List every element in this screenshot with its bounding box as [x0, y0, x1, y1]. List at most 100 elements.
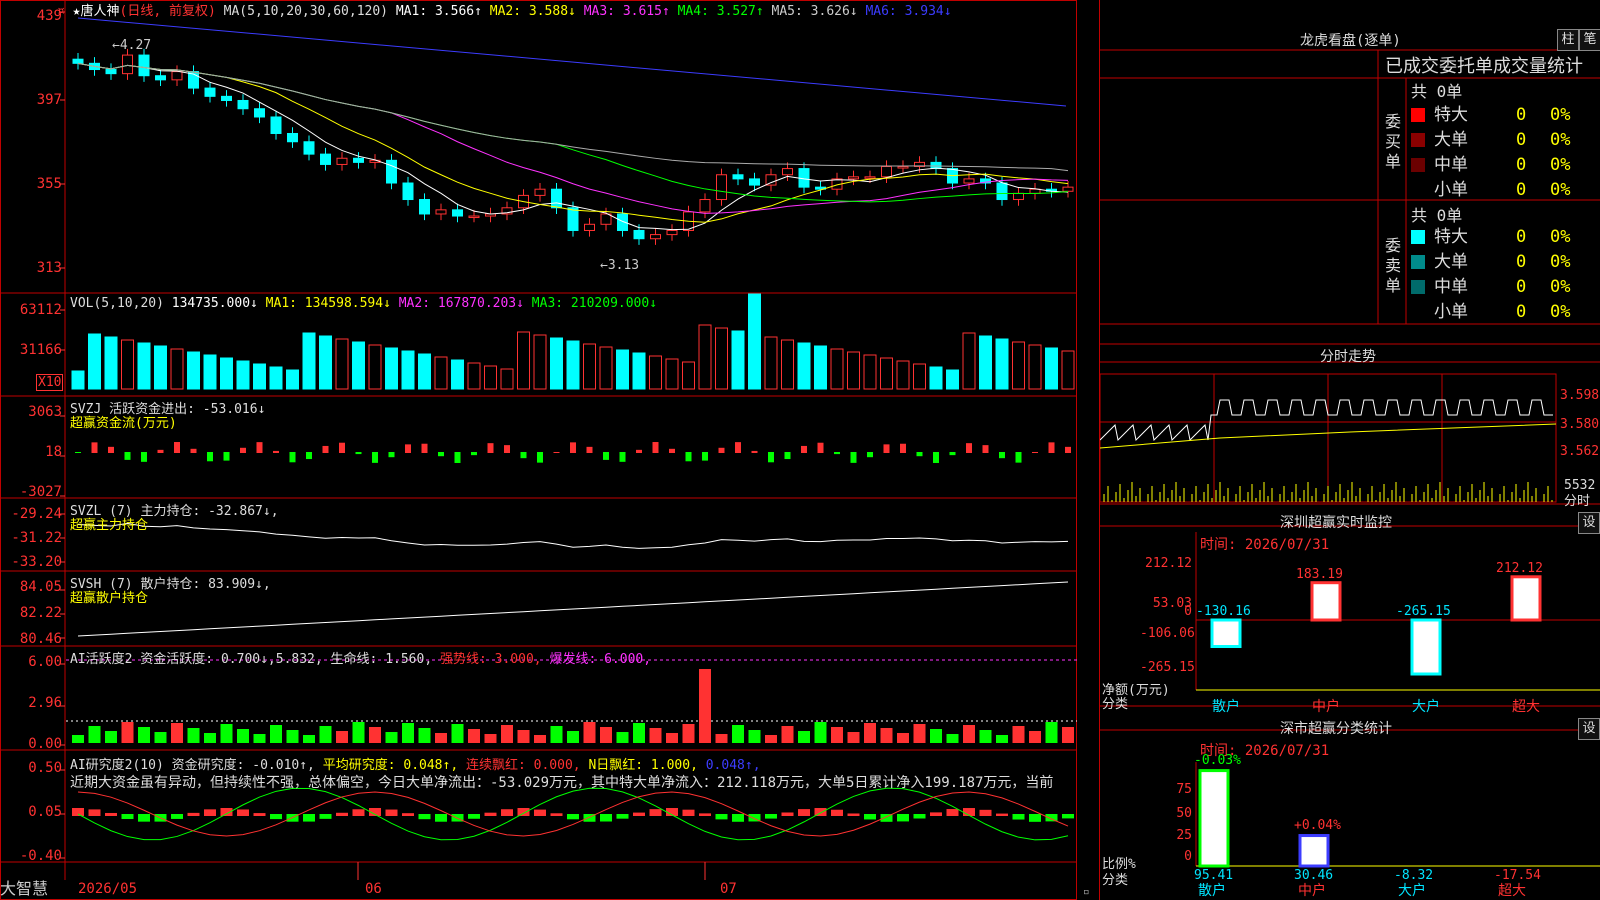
- row-pct: 0%: [1550, 302, 1571, 322]
- vol-bar: [665, 358, 679, 390]
- class-tick: 50: [1176, 806, 1192, 821]
- candle-body: [848, 176, 859, 180]
- ai1-bar: [369, 727, 381, 743]
- ai1-bar: [105, 731, 117, 743]
- xaxis-label-1: 06: [365, 881, 382, 897]
- vol-ytick-0: 63112: [19, 302, 62, 318]
- ai2-bar: [616, 814, 629, 819]
- lock-icon[interactable]: ▫: [1083, 884, 1090, 899]
- ai1-bar: [451, 724, 464, 743]
- ai1-bar: [864, 723, 876, 743]
- vol-bar: [979, 335, 992, 390]
- candle-body: [303, 141, 315, 155]
- monitor-bar: [1310, 581, 1342, 622]
- fs-price-line: [1100, 399, 1553, 442]
- vol-bar: [781, 339, 794, 390]
- svzj-bar: [537, 452, 543, 463]
- candle-body: [1029, 188, 1041, 194]
- monitor-unit: 净额(万元): [1102, 683, 1170, 698]
- candle-body: [1062, 186, 1074, 192]
- svzj-bar: [718, 447, 725, 453]
- fs-tick-1: 3.580: [1560, 417, 1600, 432]
- candle-body: [897, 166, 909, 169]
- ai1-ytick-0: 6.00: [28, 654, 62, 670]
- svzj-bar: [784, 452, 791, 460]
- vol-bar: [995, 338, 1009, 390]
- high-price-label: ←4.27: [112, 38, 152, 53]
- zhu-button[interactable]: 柱: [1557, 29, 1579, 51]
- svzj-bar: [91, 442, 98, 453]
- ai2-bar: [633, 812, 645, 816]
- row-count: 0: [1516, 227, 1527, 247]
- ma2-value: MA2: 3.588↓: [489, 4, 576, 19]
- row-color-swatch: [1411, 158, 1425, 172]
- ai2-bar: [270, 814, 282, 820]
- svzj-bar: [355, 452, 362, 455]
- vol-unit: X10: [36, 374, 64, 391]
- class-title: 深市超赢分类统计: [1280, 721, 1392, 737]
- class-unit2: 分类: [1102, 873, 1129, 888]
- monitor-bar: [1210, 618, 1242, 649]
- ai2-bar: [418, 814, 431, 820]
- vol-bar: [451, 359, 464, 390]
- svzj-bar: [982, 445, 989, 453]
- bi-button[interactable]: 笔: [1579, 29, 1600, 51]
- candle-body: [666, 229, 678, 236]
- class-category: 超大: [1498, 883, 1526, 899]
- class-settings-button[interactable]: 设: [1578, 718, 1600, 740]
- candle-body: [270, 116, 282, 134]
- ai2-bar: [336, 812, 348, 816]
- vol-bar: [170, 348, 184, 390]
- vol-bar: [302, 332, 316, 390]
- ai2-bar: [501, 809, 513, 816]
- stock-name[interactable]: 唐人神: [80, 4, 119, 19]
- svzj-bar: [1015, 452, 1022, 463]
- ai2-bar: [468, 814, 480, 819]
- svsh-ytick-0: 84.05: [19, 579, 62, 595]
- vol-bar: [517, 331, 530, 390]
- ai2-bar: [1012, 814, 1025, 820]
- chart-area[interactable]: ¤ ★唐人神(日线, 前复权) MA(5,10,20,30,60,120) MA…: [0, 0, 1090, 900]
- row-name: 特大: [1434, 105, 1468, 125]
- class-bar: [1298, 834, 1330, 868]
- ai2-bar: [484, 812, 497, 816]
- vol-bar: [434, 356, 448, 390]
- low-price-label: ←3.13: [600, 258, 640, 273]
- ai1-bar: [468, 729, 480, 743]
- ma-line: [77, 62, 1069, 203]
- ma4-value: MA4: 3.527↑: [677, 4, 764, 19]
- ma-label: MA(5,10,20,30,60,120): [223, 4, 389, 19]
- period-label[interactable]: (日线, 前复权): [120, 4, 216, 19]
- svzj-bar: [421, 443, 428, 453]
- ai2-cont: 连续飘红: 0.000,: [466, 758, 581, 773]
- svzj-bar: [867, 452, 873, 458]
- row-count: 0: [1516, 277, 1527, 297]
- svzj-bar: [586, 446, 593, 453]
- ai2-bar: [831, 809, 843, 816]
- vol-bar: [632, 352, 646, 390]
- ai1-bar: [187, 728, 200, 743]
- brand-label[interactable]: 大智慧: [0, 880, 48, 898]
- ai1-bar: [154, 732, 167, 743]
- vol-bar: [137, 342, 151, 390]
- monitor-settings-button[interactable]: 设: [1578, 512, 1600, 534]
- ai1-bar: [781, 726, 794, 743]
- ai1-bar: [633, 723, 645, 743]
- vol-bar: [88, 333, 101, 390]
- row-pct: 0%: [1550, 277, 1571, 297]
- monitor-bar-value: 212.12: [1496, 560, 1543, 576]
- class-bar-value: -8.32: [1394, 868, 1434, 883]
- svzj-ytick-0: 3063: [28, 404, 62, 420]
- vol-bar: [616, 349, 629, 390]
- candle-body: [963, 178, 975, 184]
- ai2-bar: [913, 814, 926, 819]
- ai1-bar: [237, 729, 249, 743]
- ai1-bar: [204, 733, 216, 743]
- ai1-bar: [715, 734, 728, 743]
- svzj-bar: [1065, 446, 1071, 453]
- ai2-bar: [352, 809, 365, 816]
- svzj-bar: [273, 450, 279, 453]
- vol-bar: [913, 363, 926, 390]
- ai1-header: AI活跃度2 资金活跃度: 0.700↓,5.832, 生命线: 1.560, …: [70, 648, 651, 667]
- svzj-bar: [322, 445, 329, 453]
